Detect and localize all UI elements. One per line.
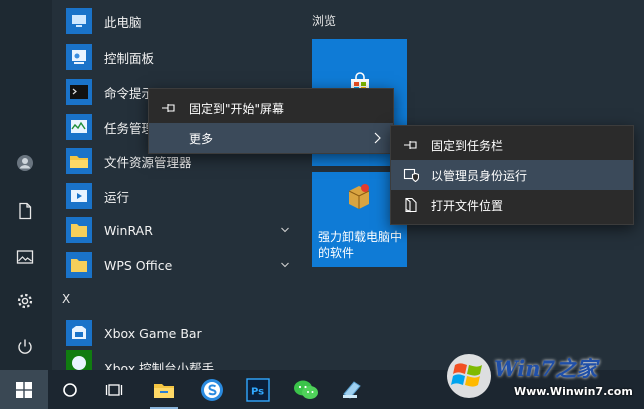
taskbar-file-explorer[interactable]	[142, 370, 186, 409]
app-group-winrar[interactable]: WinRAR	[66, 213, 296, 247]
menu-item-label: 更多	[189, 131, 214, 146]
user-icon	[17, 155, 33, 171]
settings-button[interactable]	[10, 286, 40, 316]
start-button[interactable]	[0, 370, 48, 409]
taskbar-photoshop[interactable]: Ps	[236, 370, 280, 409]
xbox-companion-icon	[66, 350, 92, 370]
submenu-more: 固定到任务栏 以管理员身份运行 打开文件位置	[390, 125, 634, 225]
app-xbox-game-bar[interactable]: Xbox Game Bar	[66, 316, 296, 350]
menu-item-run-as-admin[interactable]: 以管理员身份运行	[391, 160, 633, 190]
taskbar-sogou[interactable]	[190, 370, 234, 409]
photoshop-icon: Ps	[246, 377, 270, 402]
app-label: WPS Office	[104, 257, 173, 273]
picture-icon	[16, 250, 34, 264]
chevron-down-icon	[281, 262, 289, 268]
app-label: 命令提示	[104, 85, 155, 101]
computer-icon	[66, 8, 92, 34]
sogou-browser-icon	[201, 378, 223, 401]
xbox-icon	[66, 320, 92, 346]
app-label: WinRAR	[104, 222, 153, 238]
folder-icon	[154, 383, 174, 398]
box-icon	[348, 184, 370, 209]
app-label: Xbox 控制台小帮手	[104, 361, 215, 370]
taskbar-wechat[interactable]	[284, 370, 328, 409]
context-menu: 固定到"开始"屏幕 更多	[148, 88, 394, 154]
shield-icon	[403, 167, 419, 183]
power-icon	[18, 339, 32, 354]
pin-icon	[161, 100, 177, 116]
watermark-brand: Win7之家	[494, 356, 598, 381]
task-view-button[interactable]	[92, 370, 136, 409]
control-panel-icon	[66, 44, 92, 70]
menu-item-label: 固定到"开始"屏幕	[189, 101, 285, 116]
file-explorer-icon	[66, 148, 92, 174]
app-label: 文件资源管理器	[104, 154, 192, 170]
windows-logo-icon	[16, 381, 32, 398]
app-label: 此电脑	[104, 14, 142, 30]
search-circle-icon	[63, 382, 77, 397]
search-button[interactable]	[48, 370, 92, 409]
pictures-button[interactable]	[10, 242, 40, 272]
task-view-icon	[105, 383, 123, 396]
menu-item-label: 固定到任务栏	[431, 138, 504, 153]
user-avatar[interactable]	[10, 148, 40, 178]
svg-text:Ps: Ps	[251, 386, 264, 397]
windows7-logo-icon	[447, 354, 491, 398]
watermark-url: Www.Winwin7.com	[514, 385, 633, 398]
app-window-icon	[343, 380, 361, 399]
menu-item-pin-to-taskbar[interactable]: 固定到任务栏	[391, 130, 633, 160]
document-icon	[19, 202, 32, 220]
start-rail	[0, 0, 52, 370]
chevron-right-icon	[374, 132, 381, 144]
task-manager-icon	[66, 114, 92, 140]
folder-icon	[66, 217, 92, 243]
documents-button[interactable]	[10, 196, 40, 226]
menu-item-open-file-location[interactable]: 打开文件位置	[391, 190, 633, 220]
wechat-icon	[294, 380, 318, 399]
chevron-down-icon	[281, 227, 289, 233]
taskbar-app[interactable]	[330, 370, 374, 409]
menu-item-label: 以管理员身份运行	[431, 168, 528, 183]
menu-item-more[interactable]: 更多	[149, 123, 393, 153]
folder-icon	[66, 252, 92, 278]
file-location-icon	[403, 197, 419, 213]
menu-item-pin-to-start[interactable]: 固定到"开始"屏幕	[149, 93, 393, 123]
app-run[interactable]: 运行	[66, 179, 296, 213]
cmd-icon	[66, 79, 92, 105]
pin-icon	[403, 137, 419, 153]
app-xbox-companion[interactable]: Xbox 控制台小帮手	[66, 350, 296, 370]
gear-icon	[17, 293, 33, 309]
app-label: Xbox Game Bar	[104, 325, 202, 341]
tile-group-header[interactable]: 浏览	[312, 12, 336, 29]
power-button[interactable]	[10, 332, 40, 362]
app-label: 任务管理	[104, 120, 155, 136]
app-this-pc[interactable]: 此电脑	[66, 4, 296, 38]
app-group-wps-office[interactable]: WPS Office	[66, 248, 296, 282]
menu-item-label: 打开文件位置	[431, 198, 504, 213]
app-label: 运行	[104, 189, 130, 205]
app-label: 控制面板	[104, 50, 155, 66]
tile-label: 强力卸载电脑中的软件	[318, 230, 403, 260]
app-list: 此电脑 控制面板 命令提示 任务管理 文件资源管理器 运行 WinRAR WPS…	[52, 0, 300, 370]
run-icon	[66, 183, 92, 209]
app-control-panel[interactable]: 控制面板	[66, 40, 296, 74]
group-letter-x[interactable]: X	[62, 292, 70, 306]
watermark: Win7之家 Www.Winwin7.com	[440, 347, 644, 409]
